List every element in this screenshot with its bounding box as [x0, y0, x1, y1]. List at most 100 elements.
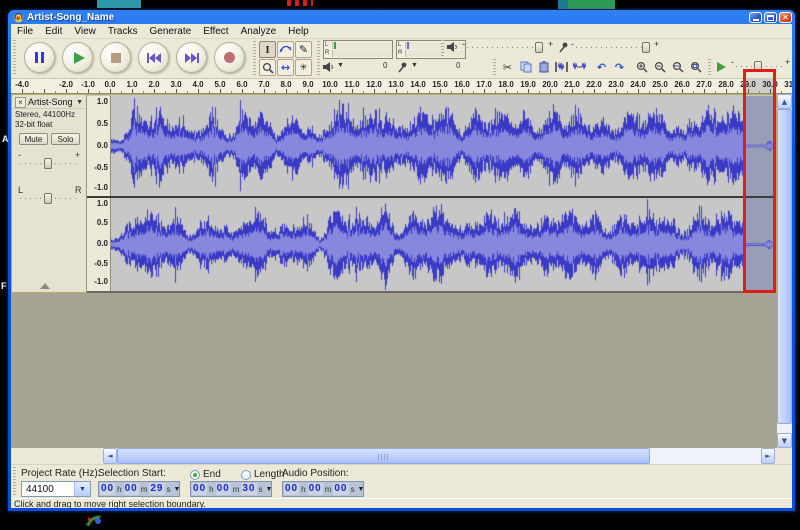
transport-toolbar-grip[interactable]	[13, 40, 16, 76]
playback-meter-dropdown-icon[interactable]: ▼	[337, 62, 344, 69]
fit-project-button[interactable]	[687, 59, 704, 75]
timefield-dropdown-icon[interactable]: ▼	[266, 486, 273, 493]
hours-value[interactable]: 00	[284, 483, 299, 495]
pause-button[interactable]	[24, 42, 55, 73]
audio-position-field[interactable]: 00h00m00s▼	[282, 481, 364, 497]
desktop-shortcut-icon[interactable]	[84, 512, 104, 529]
envelope-tool-button[interactable]	[277, 41, 294, 58]
seconds-value[interactable]: 30	[241, 483, 256, 495]
project-rate-combobox[interactable]: 44100 ▼	[21, 481, 91, 497]
timeline-ruler[interactable]: -4.0-2.0-1.00.01.02.03.04.05.06.07.08.09…	[11, 78, 792, 94]
play-button[interactable]	[62, 42, 93, 73]
seconds-value[interactable]: 00	[333, 483, 348, 495]
output-volume-slider[interactable]	[467, 41, 545, 54]
skip-to-start-button[interactable]	[138, 42, 169, 73]
tools-toolbar-grip[interactable]	[253, 41, 256, 75]
end-radio[interactable]: End	[190, 469, 221, 480]
maximize-button[interactable]	[764, 12, 777, 23]
redo-button[interactable]: ↷	[611, 59, 628, 75]
timefield-dropdown-icon[interactable]: ▼	[358, 486, 365, 493]
minimize-button[interactable]	[749, 12, 762, 23]
draw-tool-button[interactable]: ✎	[295, 41, 312, 58]
vertical-ruler-channel-1[interactable]: 1.0 0.5 0.0 -0.5 -1.0	[87, 96, 111, 196]
pan-slider[interactable]	[20, 192, 76, 205]
length-radio[interactable]: Length	[241, 469, 285, 480]
timefield-dropdown-icon[interactable]: ▼	[174, 486, 181, 493]
selection-end-field[interactable]: 00h00m30s▼	[190, 481, 272, 497]
mixer-toolbar-grip[interactable]	[441, 40, 444, 57]
paste-button[interactable]	[535, 59, 552, 75]
ruler-label: 13.0	[388, 80, 404, 89]
radio-dot[interactable]	[241, 470, 251, 480]
menu-edit[interactable]: Edit	[39, 26, 68, 37]
menu-help[interactable]: Help	[282, 26, 315, 37]
zoom-out-button[interactable]	[651, 59, 668, 75]
menu-effect[interactable]: Effect	[197, 26, 234, 37]
vertical-scroll-thumb[interactable]	[777, 109, 792, 424]
slider-thumb[interactable]	[535, 42, 543, 53]
minutes-value[interactable]: 00	[308, 483, 323, 495]
combo-dropdown-button[interactable]: ▼	[74, 482, 90, 496]
scroll-right-button[interactable]: ►	[761, 448, 775, 464]
menu-tracks[interactable]: Tracks	[102, 26, 144, 37]
play-at-speed-button[interactable]	[713, 59, 730, 75]
hours-value[interactable]: 00	[100, 483, 115, 495]
hours-value[interactable]: 00	[192, 483, 207, 495]
input-volume-slider[interactable]	[576, 41, 651, 54]
waveform-channel-left[interactable]	[111, 96, 776, 196]
selection-start-field[interactable]: 00h00m29s▼	[98, 481, 180, 497]
recording-meter-dropdown-icon[interactable]: ▼	[411, 62, 418, 69]
selection-toolbar-grip[interactable]	[13, 467, 16, 497]
slider-thumb[interactable]	[642, 42, 650, 53]
track-close-button[interactable]: ×	[15, 97, 26, 108]
record-button[interactable]	[214, 42, 245, 73]
track-control-panel[interactable]: × Artist-Song ▼ Stereo, 44100Hz 32-bit f…	[12, 95, 87, 292]
skip-to-end-button[interactable]	[176, 42, 207, 73]
menu-view[interactable]: View	[68, 26, 102, 37]
multi-tool-button[interactable]: ✳	[295, 59, 312, 76]
trim-audio-button[interactable]	[553, 59, 570, 75]
mute-button[interactable]: Mute	[19, 133, 48, 145]
zoom-tool-button[interactable]	[259, 59, 276, 76]
playback-meter-speaker-icon[interactable]	[323, 62, 334, 72]
menu-file[interactable]: File	[11, 26, 39, 37]
horizontal-scroll-thumb[interactable]	[117, 448, 650, 464]
minutes-value[interactable]: 00	[124, 483, 139, 495]
scroll-left-button[interactable]: ◄	[103, 448, 117, 464]
scroll-up-button[interactable]: ▲	[777, 94, 792, 109]
transcription-toolbar-grip[interactable]	[708, 59, 711, 75]
menu-analyze[interactable]: Analyze	[235, 26, 283, 37]
menu-generate[interactable]: Generate	[144, 26, 198, 37]
edit-toolbar-grip[interactable]	[493, 59, 496, 75]
title-bar[interactable]: Artist-Song_Name ✕	[11, 11, 792, 24]
stop-button[interactable]	[100, 42, 131, 73]
track-menu-dropdown-icon[interactable]: ▼	[76, 99, 85, 106]
slider-thumb[interactable]	[44, 193, 52, 204]
vertical-scrollbar[interactable]: ▲ ▼	[777, 94, 792, 448]
silence-audio-button[interactable]	[571, 59, 588, 75]
gain-slider[interactable]	[20, 157, 76, 170]
track-name[interactable]: Artist-Song	[28, 97, 76, 107]
undo-button[interactable]: ↶	[593, 59, 610, 75]
copy-button[interactable]	[517, 59, 534, 75]
seconds-value[interactable]: 29	[149, 483, 164, 495]
close-button[interactable]: ✕	[779, 12, 792, 23]
scroll-down-button[interactable]: ▼	[777, 433, 792, 448]
horizontal-scrollbar[interactable]: ◄ ►	[103, 448, 775, 464]
vertical-ruler-channel-2[interactable]: 1.0 0.5 0.0 -0.5 -1.0	[87, 198, 111, 291]
zoom-in-button[interactable]	[633, 59, 650, 75]
slider-thumb[interactable]	[44, 158, 52, 169]
fit-selection-button[interactable]	[669, 59, 686, 75]
track-title-row[interactable]: × Artist-Song ▼	[13, 96, 85, 109]
track-collapse-handle[interactable]	[40, 283, 50, 289]
minutes-value[interactable]: 00	[216, 483, 231, 495]
solo-button[interactable]: Solo	[51, 133, 80, 145]
cut-button[interactable]: ✂	[499, 59, 516, 75]
selection-tool-button[interactable]: I	[259, 41, 276, 58]
recording-meter-mic-icon[interactable]	[396, 61, 408, 73]
timeshift-tool-button[interactable]: ↔	[277, 59, 294, 76]
waveform-channel-right[interactable]	[111, 198, 776, 291]
radio-dot-selected[interactable]	[190, 470, 200, 480]
playback-meter[interactable]: L R	[323, 40, 393, 59]
meter-toolbar-grip[interactable]	[317, 41, 320, 75]
